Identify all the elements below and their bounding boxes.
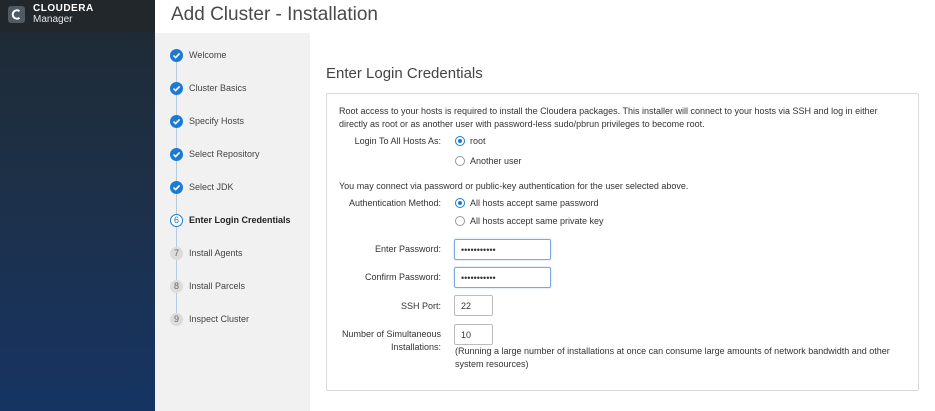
auth-method-label: Authentication Method: (348, 198, 441, 208)
simultaneous-note-line-2: system resources) (455, 359, 529, 369)
step-label: Select JDK (189, 182, 234, 192)
step-install-agents[interactable]: 7 Install Agents (170, 246, 243, 260)
intro-text-line-2: directly as root or as another user with… (339, 119, 705, 129)
step-number-badge: 7 (170, 246, 183, 260)
password-label: Enter Password: (374, 244, 441, 254)
step-number-badge: 9 (170, 312, 183, 326)
left-navigation-panel: CLOUDERA Manager (0, 0, 155, 411)
step-install-parcels[interactable]: 8 Install Parcels (170, 279, 245, 293)
password-input[interactable]: ••••••••••• (454, 239, 551, 260)
brand-name: CLOUDERA (33, 3, 94, 14)
brand-header[interactable]: CLOUDERA Manager (0, 0, 155, 32)
radio-same-password-label[interactable]: All hosts accept same password (470, 198, 599, 208)
checkmark-icon (170, 147, 183, 161)
ssh-port-input[interactable]: 22 (454, 295, 493, 316)
radio-root-label[interactable]: root (470, 136, 486, 146)
section-title: Enter Login Credentials (326, 65, 483, 82)
page-title: Add Cluster - Installation (171, 4, 378, 25)
brand-subtitle: Manager (33, 14, 73, 25)
simultaneous-installations-input[interactable]: 10 (454, 324, 493, 345)
step-label: Install Agents (189, 248, 243, 258)
simultaneous-label-line-2: Installations: (390, 342, 441, 352)
radio-root[interactable] (455, 136, 465, 146)
confirm-password-label: Confirm Password: (364, 272, 441, 282)
checkmark-icon (170, 180, 183, 194)
radio-same-password[interactable] (455, 198, 465, 208)
step-label: Specify Hosts (189, 116, 245, 126)
step-label: Inspect Cluster (189, 314, 250, 324)
step-welcome[interactable]: Welcome (170, 48, 226, 62)
auth-note-text: You may connect via password or public-k… (339, 181, 689, 191)
radio-another-user[interactable] (455, 156, 465, 166)
confirm-password-input[interactable]: ••••••••••• (454, 267, 551, 288)
checkmark-icon (170, 81, 183, 95)
step-specify-hosts[interactable]: Specify Hosts (170, 114, 244, 128)
cloudera-logo-icon (8, 6, 25, 23)
step-number-badge: 8 (170, 279, 183, 293)
simultaneous-note-line-1: (Running a large number of installations… (455, 346, 890, 356)
step-enter-login-credentials[interactable]: 6 Enter Login Credentials (170, 213, 291, 227)
step-label: Install Parcels (189, 281, 246, 291)
step-label: Cluster Basics (189, 83, 247, 93)
intro-text-line-1: Root access to your hosts is required to… (339, 106, 878, 116)
step-number-badge: 6 (170, 213, 183, 227)
login-as-label: Login To All Hosts As: (354, 136, 441, 146)
radio-same-private-key[interactable] (455, 216, 465, 226)
step-cluster-basics[interactable]: Cluster Basics (170, 81, 247, 95)
step-select-repository[interactable]: Select Repository (170, 147, 260, 161)
radio-another-user-label[interactable]: Another user (470, 156, 522, 166)
step-select-jdk[interactable]: Select JDK (170, 180, 234, 194)
step-label: Welcome (189, 50, 227, 60)
step-label: Select Repository (189, 149, 260, 159)
checkmark-icon (170, 48, 183, 62)
step-inspect-cluster[interactable]: 9 Inspect Cluster (170, 312, 249, 326)
radio-same-private-key-label[interactable]: All hosts accept same private key (470, 216, 604, 226)
checkmark-icon (170, 114, 183, 128)
step-label: Enter Login Credentials (189, 215, 291, 225)
ssh-port-label: SSH Port: (400, 301, 441, 311)
simultaneous-label-line-1: Number of Simultaneous (341, 329, 441, 339)
